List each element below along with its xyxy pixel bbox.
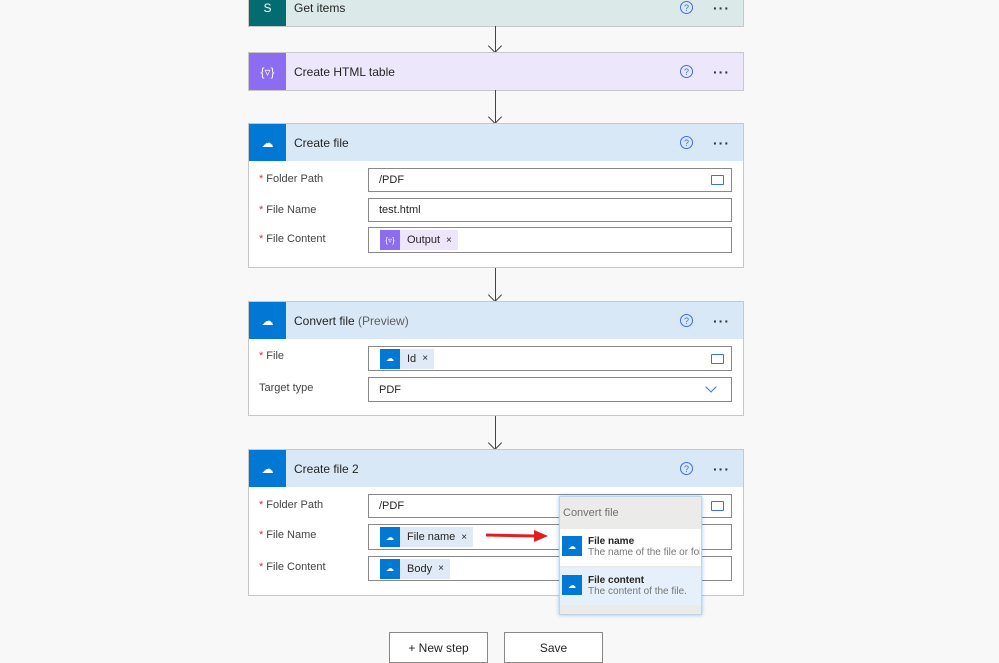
dynamic-content-dropdown[interactable]: Convert file ☁ File name The name of the …: [559, 496, 702, 615]
onedrive-icon: ☁: [249, 124, 286, 161]
remove-token-icon[interactable]: ×: [438, 563, 444, 574]
help-icon[interactable]: ?: [680, 462, 693, 475]
file-label: * File: [259, 350, 285, 362]
new-step-button[interactable]: + New step: [389, 632, 488, 663]
help-icon[interactable]: ?: [680, 136, 693, 149]
token-output[interactable]: {▿} Output ×: [380, 230, 458, 250]
token-file-name[interactable]: ☁ File name ×: [380, 527, 474, 547]
file-name-label: * File Name: [259, 204, 317, 216]
file-content-label: * File Content: [259, 233, 326, 245]
onedrive-icon: ☁: [380, 348, 400, 369]
step-title: Create HTML table: [294, 64, 395, 79]
target-type-label: Target type: [259, 382, 314, 394]
onedrive-icon: ☁: [249, 302, 286, 339]
file-content-input[interactable]: {▿} Output ×: [368, 227, 732, 253]
flow-arrow: [495, 90, 496, 123]
help-icon[interactable]: ?: [680, 1, 693, 14]
flow-arrow: [495, 26, 496, 52]
sharepoint-icon: S: [249, 0, 286, 26]
more-options-icon[interactable]: ···: [713, 135, 733, 151]
folder-path-input[interactable]: /PDF: [368, 168, 732, 192]
help-icon[interactable]: ?: [680, 65, 693, 78]
remove-token-icon[interactable]: ×: [446, 235, 452, 246]
flow-arrow: [495, 268, 496, 301]
step-get-items[interactable]: S Get items ? ···: [248, 0, 744, 27]
file-content-label: * File Content: [259, 561, 326, 573]
folder-path-label: * Folder Path: [259, 173, 324, 185]
step-create-html-table[interactable]: {▿} Create HTML table ? ···: [248, 52, 744, 91]
step-title: Create file 2: [294, 461, 359, 476]
more-options-icon[interactable]: ···: [713, 461, 733, 477]
onedrive-icon: ☁: [562, 575, 582, 595]
folder-path-label: * Folder Path: [259, 499, 324, 511]
flow-arrow: [495, 416, 496, 449]
dropdown-item-file-name[interactable]: ☁ File nameThe name of the file or folde…: [560, 529, 701, 566]
data-operation-icon: {▿}: [249, 53, 286, 90]
step-title: Create file: [294, 135, 349, 150]
more-options-icon[interactable]: ···: [713, 313, 733, 329]
folder-icon[interactable]: [711, 353, 724, 364]
chevron-down-icon[interactable]: [705, 381, 717, 393]
annotation-arrow: [485, 530, 548, 542]
onedrive-icon: ☁: [562, 536, 582, 556]
step-convert-file[interactable]: ☁ Convert file (Preview) ? ··· * File ☁ Id…: [248, 301, 744, 416]
token-body[interactable]: ☁ Body ×: [380, 558, 450, 579]
file-input[interactable]: ☁ Id ×: [368, 346, 732, 371]
folder-icon[interactable]: [711, 501, 724, 511]
onedrive-icon: ☁: [380, 527, 400, 547]
step-create-file[interactable]: ☁ Create file ? ··· * Folder Path /PDF * F…: [248, 123, 744, 268]
folder-icon[interactable]: [711, 175, 724, 185]
step-title: Get items: [294, 0, 346, 15]
dropdown-item-file-content[interactable]: ☁ File content The content of the file.: [560, 568, 701, 605]
dropdown-header: Convert file: [563, 507, 619, 519]
step-title: Convert file (Preview): [294, 313, 409, 328]
file-name-input[interactable]: test.html: [368, 198, 732, 222]
token-id[interactable]: ☁ Id ×: [380, 348, 435, 369]
help-icon[interactable]: ?: [680, 314, 693, 327]
remove-token-icon[interactable]: ×: [422, 353, 428, 364]
file-name-label: * File Name: [259, 529, 317, 541]
onedrive-icon: ☁: [380, 558, 400, 579]
target-type-select[interactable]: PDF: [368, 377, 732, 402]
remove-token-icon[interactable]: ×: [461, 532, 467, 543]
data-operation-icon: {▿}: [380, 230, 400, 250]
more-options-icon[interactable]: ···: [713, 64, 733, 80]
more-options-icon[interactable]: ···: [713, 0, 733, 16]
save-button[interactable]: Save: [504, 632, 603, 663]
onedrive-icon: ☁: [249, 450, 286, 487]
